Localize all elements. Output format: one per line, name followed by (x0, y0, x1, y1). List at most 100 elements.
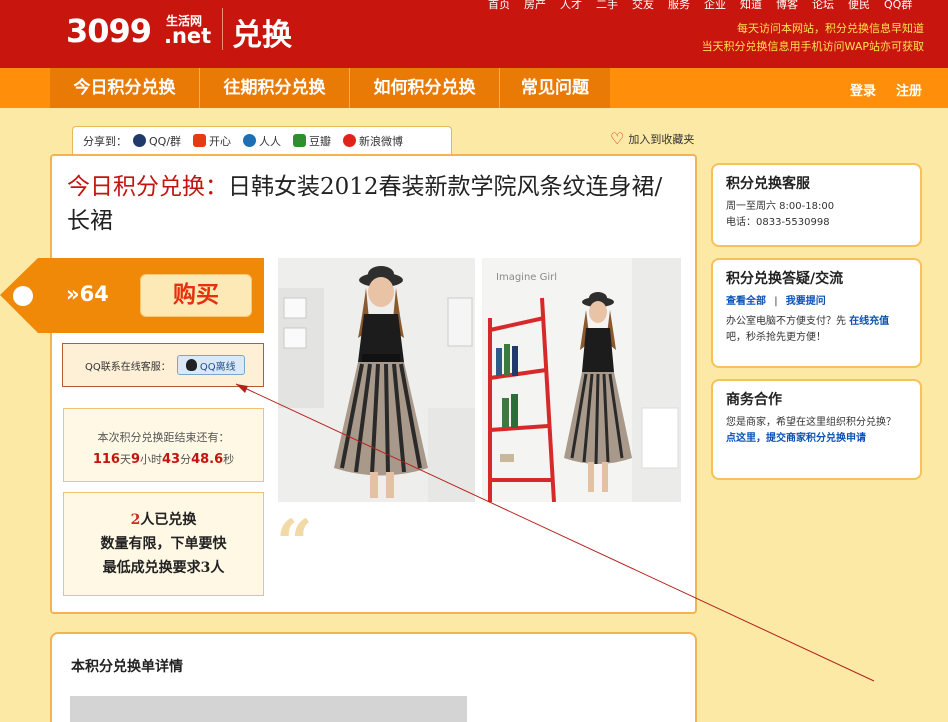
countdown-minutes: 43 (162, 452, 181, 467)
renren-icon (243, 134, 257, 147)
countdown-days-unit: 天 (119, 453, 131, 466)
deal-title: 今日积分兑换：日韩女装2012春装新款学院风条纹连身裙/长裙 (67, 170, 677, 238)
add-favorite[interactable]: ♡ 加入到收藏夹 (610, 131, 694, 147)
business-panel: 商务合作 您是商家，希望在这里组织积分兑换？ 点这里，提交商家积分兑换申请 (711, 379, 922, 480)
login-link[interactable]: 登录 (850, 80, 876, 99)
share-weibo[interactable]: 新浪微博 (343, 133, 403, 149)
topnav-item[interactable]: QQ群 (884, 0, 912, 12)
faq-links: 查看全部 | 我要提问 (726, 294, 907, 310)
photo-caption: Imagine Girl (496, 272, 557, 283)
qq-contact: QQ联系在线客服： QQ离线 (62, 343, 264, 387)
limited-notice: 数量有限，下单要快 (100, 536, 227, 552)
topnav-item[interactable]: 二手 (596, 0, 618, 12)
faq-panel: 积分兑换答疑/交流 查看全部 | 我要提问 办公室电脑不方便支付？先 在线充值 … (711, 258, 922, 368)
product-photo-2-art: Imagine Girl (482, 258, 681, 502)
service-title: 积分兑换客服 (726, 176, 810, 192)
qq-offline-label: QQ离线 (199, 361, 236, 373)
logo-title[interactable]: 兑换 (232, 10, 292, 54)
topnav-item[interactable]: 论坛 (812, 0, 834, 12)
buy-button[interactable]: 购买 (140, 274, 252, 317)
details-image (70, 696, 467, 722)
top-nav: 首页 房产 人才 二手 交友 服务 企业 知道 博客 论坛 便民 QQ群 (488, 0, 926, 12)
share-renren-label: 人人 (259, 134, 282, 148)
logo-net: .net (164, 24, 212, 48)
share-douban-label: 豆瓣 (309, 134, 332, 148)
tab-today[interactable]: 今日积分兑换 (50, 68, 200, 108)
douban-icon (293, 134, 307, 147)
qq-penguin-icon (185, 359, 197, 371)
share-kaixin[interactable]: 开心 (193, 133, 231, 149)
countdown-seconds: 48.6 (191, 452, 224, 467)
countdown-seconds-unit: 秒 (223, 453, 235, 466)
tag-hole (13, 286, 33, 306)
qq-offline-button[interactable]: QQ离线 (176, 355, 245, 375)
logo-divider (222, 8, 223, 50)
add-favorite-label: 加入到收藏夹 (628, 133, 695, 146)
faq-separator: | (774, 296, 778, 307)
countdown-hours: 9 (130, 452, 140, 467)
share-douban[interactable]: 豆瓣 (293, 133, 331, 149)
faq-note-after: 吧，秒杀抢先更方便！ (726, 332, 826, 343)
register-link[interactable]: 注册 (896, 80, 922, 99)
countdown-label: 本次积分兑换距结束还有： (97, 431, 230, 444)
countdown-days: 116 (92, 452, 120, 467)
product-photo-1[interactable] (278, 258, 475, 502)
topnav-item[interactable]: 企业 (704, 0, 726, 12)
share-weibo-label: 新浪微博 (359, 134, 404, 148)
share-qq-label: QQ/群 (149, 134, 182, 148)
participants-number: 2 (130, 512, 141, 528)
product-photo-2[interactable]: Imagine Girl (482, 258, 681, 502)
topnav-item[interactable]: 服务 (668, 0, 690, 12)
tab-how[interactable]: 如何积分兑换 (350, 68, 500, 108)
topnav-item[interactable]: 交友 (632, 0, 654, 12)
participants-count: 2人已兑换 (64, 508, 263, 532)
nav-tabs: 今日积分兑换 往期积分兑换 如何积分兑换 常见问题 (50, 68, 610, 108)
participants-text: 人已兑换 (140, 512, 197, 528)
recharge-link[interactable]: 在线充值 (849, 316, 889, 327)
topnav-item[interactable]: 首页 (488, 0, 510, 12)
countdown-box: 本次积分兑换距结束还有： 116天9小时43分48.6秒 (63, 408, 264, 482)
share-renren[interactable]: 人人 (243, 133, 281, 149)
tab-faq[interactable]: 常见问题 (500, 68, 610, 108)
site-header: 3099 生活网 .net 兑换 首页 房产 人才 二手 交友 服务 企业 知道… (0, 0, 948, 68)
slogan-line-1: 每天访问本网站，积分兑换信息早知道 (737, 22, 924, 35)
topnav-item[interactable]: 知道 (740, 0, 762, 12)
kaixin-icon (193, 134, 207, 147)
deal-price: »64 (66, 282, 109, 306)
main-nav: 今日积分兑换 往期积分兑换 如何积分兑换 常见问题 登录 注册 (0, 68, 948, 108)
countdown-hours-unit: 小时 (140, 453, 162, 466)
topnav-item[interactable]: 人才 (560, 0, 582, 12)
countdown-minutes-unit: 分 (180, 453, 192, 466)
heart-icon: ♡ (610, 129, 625, 148)
qq-icon (133, 134, 146, 147)
faq-note-before: 办公室电脑不方便支付？先 (726, 316, 846, 327)
topnav-item[interactable]: 博客 (776, 0, 798, 12)
business-apply-link[interactable]: 点这里，提交商家积分兑换申请 (726, 433, 866, 444)
deal-title-prefix: 今日积分兑换： (67, 174, 228, 200)
view-all-link[interactable]: 查看全部 (726, 296, 766, 307)
logo-number[interactable]: 3099 (66, 12, 152, 50)
product-photo-1-art (278, 258, 475, 502)
share-bar: 分享到： QQ/群 开心 人人 豆瓣 新浪微博 (72, 126, 452, 154)
countdown-value: 116天9小时43分48.6秒 (64, 451, 263, 467)
price-bar: »64 购买 (0, 258, 264, 333)
business-text: 您是商家，希望在这里组织积分兑换？ (726, 417, 896, 428)
faq-title: 积分兑换答疑/交流 (726, 271, 844, 287)
topnav-item[interactable]: 房产 (524, 0, 546, 12)
topnav-item[interactable]: 便民 (848, 0, 870, 12)
share-kaixin-label: 开心 (209, 134, 232, 148)
tab-past[interactable]: 往期积分兑换 (200, 68, 350, 108)
service-hours: 周一至周六 8:00-18:00 (726, 201, 835, 212)
details-title: 本积分兑换单详情 (71, 659, 183, 675)
customer-service-panel: 积分兑换客服 周一至周六 8:00-18:00 电话：0833-5530998 (711, 163, 922, 247)
quote-mark-icon: “ (276, 506, 313, 581)
service-phone: 电话：0833-5530998 (726, 217, 830, 228)
ask-question-link[interactable]: 我要提问 (786, 296, 826, 307)
share-qq[interactable]: QQ/群 (133, 133, 181, 149)
minimum-notice: 最低成兑换要求3人 (102, 560, 225, 576)
faq-note: 办公室电脑不方便支付？先 在线充值 吧，秒杀抢先更方便！ (726, 314, 907, 346)
weibo-icon (343, 134, 357, 147)
participants-box: 2人已兑换 数量有限，下单要快 最低成兑换要求3人 (63, 492, 264, 596)
business-title: 商务合作 (726, 392, 782, 408)
qq-contact-label: QQ联系在线客服： (85, 361, 171, 373)
